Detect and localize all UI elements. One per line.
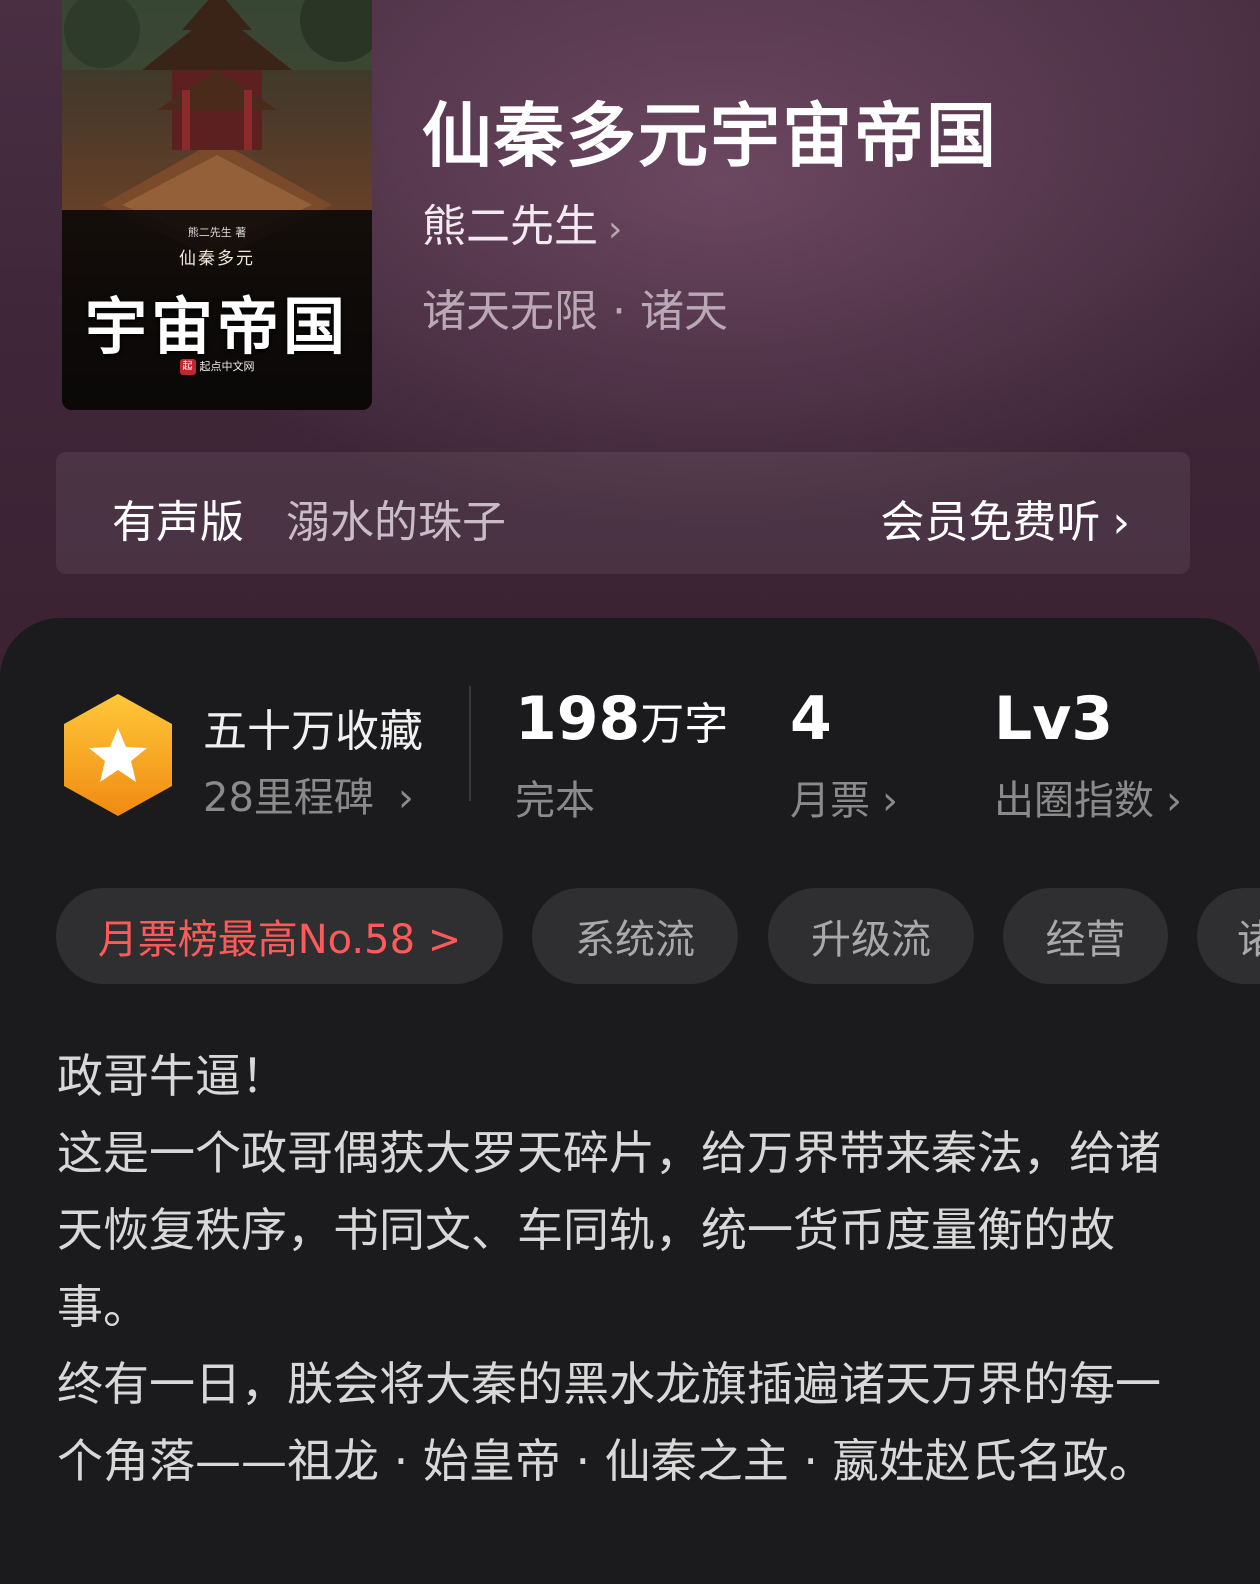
word-count-value: 198 <box>515 684 641 754</box>
star-badge-icon <box>64 694 172 816</box>
popularity-index-link[interactable]: 出圈指数 › <box>994 768 1182 826</box>
milestone-label: 28里程碑 <box>203 775 374 821</box>
audio-narrator: 溺水的珠子 <box>286 497 506 548</box>
author-link[interactable]: 熊二先生 › <box>422 190 622 254</box>
audio-version-bar[interactable]: 有声版 溺水的珠子 会员免费听 › <box>56 452 1190 574</box>
tag-monthly-rank[interactable]: 月票榜最高No.58 > <box>56 888 503 984</box>
chevron-right-icon: › <box>397 775 414 821</box>
popularity-index-label: 出圈指数 <box>994 778 1154 824</box>
monthly-ticket-link[interactable]: 月票 › <box>790 768 898 826</box>
book-cover[interactable]: 熊二先生 著 仙秦多元 宇宙帝国 起起点中文网 <box>62 0 372 410</box>
monthly-ticket-label: 月票 <box>790 778 870 824</box>
publisher-logo-icon: 起 <box>179 359 196 375</box>
tag-management[interactable]: 经营 <box>1003 888 1168 984</box>
cover-publisher: 起起点中文网 <box>62 358 372 375</box>
member-free-listen-label: 会员免费听 <box>880 497 1101 548</box>
author-name: 熊二先生 <box>422 201 598 252</box>
cover-title: 宇宙帝国 <box>84 290 349 363</box>
stats-divider <box>469 686 471 801</box>
word-count: 198万字 <box>515 684 728 754</box>
book-title: 仙秦多元宇宙帝国 <box>422 94 998 177</box>
cover-series-line: 仙秦多元 <box>179 249 255 269</box>
cover-author-line: 熊二先生 著 <box>187 226 247 239</box>
milestone-link[interactable]: 28里程碑 › <box>203 765 414 823</box>
chevron-right-icon: › <box>882 778 898 824</box>
hero-header: 熊二先生 著 仙秦多元 宇宙帝国 起起点中文网 仙秦多元宇宙帝国 熊二先生 › 诸… <box>0 0 1260 700</box>
publisher-name: 起点中文网 <box>199 360 255 373</box>
collection-count[interactable]: 五十万收藏 <box>203 695 423 759</box>
member-free-listen-button[interactable]: 会员免费听 › <box>880 486 1130 550</box>
popularity-level: Lv3 <box>994 684 1114 754</box>
book-category[interactable]: 诸天无限 · 诸天 <box>422 275 728 339</box>
monthly-ticket-count: 4 <box>790 684 832 754</box>
chevron-right-icon: › <box>1166 778 1182 824</box>
book-description: 政哥牛逼！ 这是一个政哥偶获大罗天碎片，给万界带来秦法，给诸天恢复秩序，书同文、… <box>57 1049 1161 1488</box>
chevron-right-icon: › <box>608 209 623 250</box>
word-count-unit: 万字 <box>640 699 729 750</box>
audio-label: 有声版 <box>112 497 244 548</box>
tag-system-flow[interactable]: 系统流 <box>532 888 738 984</box>
tag-level-up-flow[interactable]: 升级流 <box>768 888 974 984</box>
completion-status: 完本 <box>515 778 595 824</box>
chevron-right-icon: › <box>1112 497 1130 548</box>
